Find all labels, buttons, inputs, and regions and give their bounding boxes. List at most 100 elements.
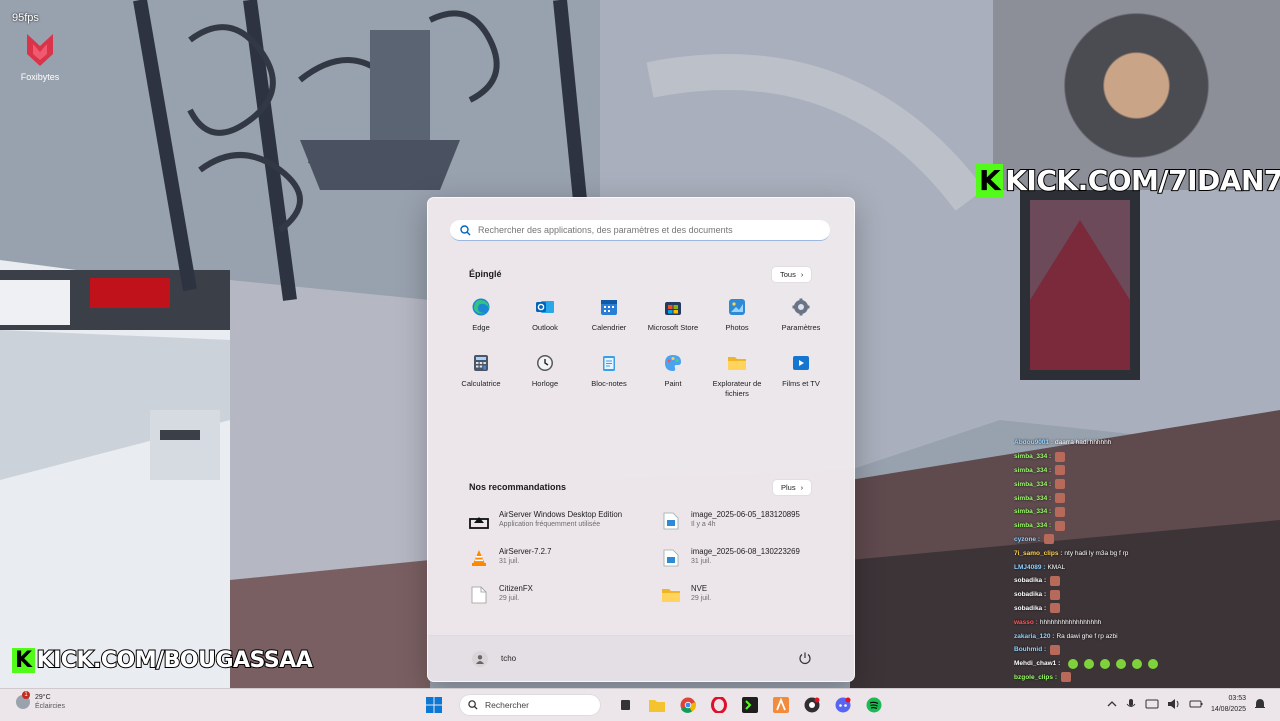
- pinned-app-calendrier[interactable]: Calendrier: [577, 296, 641, 352]
- taskbar-opera[interactable]: [708, 694, 730, 716]
- pinned-app-microsoft-store[interactable]: Microsoft Store: [641, 296, 705, 352]
- outlook-icon: [534, 296, 556, 318]
- chat-message: sobadika :: [1014, 588, 1194, 602]
- chat-username: bzgole_clips :: [1014, 673, 1057, 681]
- start-search-input[interactable]: Rechercher des applications, des paramèt…: [450, 220, 830, 241]
- recommended-title: Nos recommandations: [469, 482, 567, 492]
- chat-message: Bouhmid :: [1014, 643, 1194, 657]
- all-apps-button[interactable]: Tous ›: [772, 267, 812, 282]
- weather-widget[interactable]: 1 29°C Éclaircies: [16, 691, 65, 711]
- microphone-icon[interactable]: [1125, 698, 1137, 710]
- discord-icon: [835, 697, 851, 713]
- chat-message: 7i_samo_clips : nty hadi ly m3a bg f rp: [1014, 546, 1194, 560]
- pinned-app-param-tres[interactable]: Paramètres: [769, 296, 833, 352]
- recommended-subtitle: 29 juil.: [691, 595, 712, 602]
- films-icon: [790, 352, 812, 374]
- recommended-name: AirServer-7.2.7: [499, 547, 552, 556]
- chat-username: simba_334 :: [1014, 453, 1052, 461]
- start-button[interactable]: [423, 694, 445, 716]
- vlc-icon: [468, 547, 490, 569]
- recommended-item[interactable]: AirServer-7.2.7 31 juil.: [468, 547, 660, 584]
- taskbar-search-label: Rechercher: [485, 700, 529, 710]
- more-recommended-button[interactable]: Plus ›: [773, 480, 812, 495]
- power-icon[interactable]: [798, 651, 812, 665]
- pinned-app-outlook[interactable]: Outlook: [513, 296, 577, 352]
- recommended-item[interactable]: NVE 29 juil.: [660, 584, 828, 621]
- more-label: Plus: [781, 483, 796, 492]
- taskbar-terminal[interactable]: [739, 694, 761, 716]
- pinned-app-label: Paint: [664, 379, 682, 388]
- chat-text: nty hadi ly m3a bg f rp: [1064, 549, 1129, 557]
- taskbar-chrome[interactable]: [677, 694, 699, 716]
- paint-icon: [662, 352, 684, 374]
- chat-message: LMJ4089 : KMAL: [1014, 560, 1194, 574]
- taskbar: 1 29°C Éclaircies Rechercher 03:53 14/08…: [0, 688, 1280, 721]
- emote-icon: [1055, 520, 1066, 531]
- chat-username: 7i_samo_clips :: [1014, 549, 1063, 557]
- emote-icon: [1055, 465, 1066, 476]
- chat-message: wasso : hhhhhhhhhhhhhhhhh: [1014, 615, 1194, 629]
- pinned-app-label: Edge: [472, 323, 490, 332]
- chat-message: simba_334 :: [1014, 491, 1194, 505]
- network-icon[interactable]: [1145, 698, 1159, 710]
- emote-icon: [1050, 644, 1061, 655]
- chat-username: Abdou9001 :: [1014, 439, 1054, 447]
- pinned-app-label: Calculatrice: [461, 379, 501, 388]
- volume-icon[interactable]: [1167, 698, 1181, 710]
- pinned-app-paint[interactable]: Paint: [641, 352, 705, 408]
- taskbar-search[interactable]: Rechercher: [460, 695, 600, 715]
- chat-username: sobadika :: [1014, 591, 1047, 599]
- emote-icon: [1084, 658, 1095, 669]
- pinned-app-photos[interactable]: Photos: [705, 296, 769, 352]
- pinned-app-horloge[interactable]: Horloge: [513, 352, 577, 408]
- app-a-icon: [773, 697, 789, 713]
- pinned-app-calculatrice[interactable]: Calculatrice: [449, 352, 513, 408]
- folder-icon: [649, 700, 665, 712]
- taskbar-spotify[interactable]: [863, 694, 885, 716]
- user-avatar[interactable]: [472, 650, 488, 667]
- image-file-icon: [660, 510, 682, 532]
- search-icon: [460, 224, 471, 235]
- emote-icon: [1060, 672, 1071, 683]
- taskbar-explorer[interactable]: [646, 694, 668, 716]
- kick-top-text: KICK.COM/7IDAN777: [1004, 163, 1280, 198]
- taskbar-discord[interactable]: [832, 694, 854, 716]
- pinned-app-explorateur-de-fichiers[interactable]: Explorateur de fichiers: [705, 352, 769, 408]
- emote-icon: [1050, 603, 1061, 614]
- airserver-icon: [468, 510, 490, 532]
- recommended-item[interactable]: image_2025-06-08_130223269 31 juil.: [660, 547, 828, 584]
- task-view-button[interactable]: [615, 694, 637, 716]
- recommended-item[interactable]: image_2025-06-05_183120895 Il y a 4h: [660, 510, 828, 547]
- brand-name: Foxibytes: [20, 72, 60, 82]
- taskbar-obs[interactable]: [801, 694, 823, 716]
- search-placeholder: Rechercher des applications, des paramèt…: [478, 225, 733, 235]
- pinned-app-label: Explorateur de fichiers: [712, 379, 762, 398]
- recommended-item[interactable]: CitizenFX 29 juil.: [468, 584, 660, 621]
- user-name[interactable]: tcho: [501, 654, 516, 663]
- weather-temp: 29°C: [35, 694, 51, 701]
- pinned-app-label: Paramètres: [781, 323, 821, 332]
- pinned-app-bloc-notes[interactable]: Bloc-notes: [577, 352, 641, 408]
- edge-icon: [470, 296, 492, 318]
- kick-banner-bottom: K KICK.COM/BOUGASSAA: [12, 647, 314, 674]
- clock[interactable]: 03:53 14/08/2025: [1211, 693, 1246, 715]
- weather-cloud-icon: 1: [16, 691, 30, 709]
- notification-bell-icon[interactable]: [1254, 698, 1266, 710]
- pinned-app-films-et-tv[interactable]: Films et TV: [769, 352, 833, 408]
- chrome-icon: [680, 697, 696, 713]
- recommended-subtitle: Application fréquemment utilisée: [499, 521, 601, 528]
- chat-text: hhhhhhhhhhhhhhhhh: [1039, 618, 1102, 626]
- battery-icon[interactable]: [1189, 698, 1203, 710]
- recommended-name: NVE: [691, 584, 708, 593]
- chat-message: simba_334 :: [1014, 464, 1194, 478]
- recommended-name: image_2025-06-05_183120895: [691, 510, 800, 519]
- pinned-app-label: Bloc-notes: [591, 379, 627, 388]
- chat-message: zakaria_120 : Ra dawi ghe f rp azbi: [1014, 629, 1194, 643]
- emote-icon: [1055, 493, 1066, 504]
- taskbar-app-a[interactable]: [770, 694, 792, 716]
- pinned-app-edge[interactable]: Edge: [449, 296, 513, 352]
- chat-message: simba_334 :: [1014, 450, 1194, 464]
- chevron-up-icon[interactable]: [1107, 699, 1117, 709]
- recommended-item[interactable]: AirServer Windows Desktop Edition Applica…: [468, 510, 660, 547]
- all-apps-label: Tous: [780, 270, 796, 279]
